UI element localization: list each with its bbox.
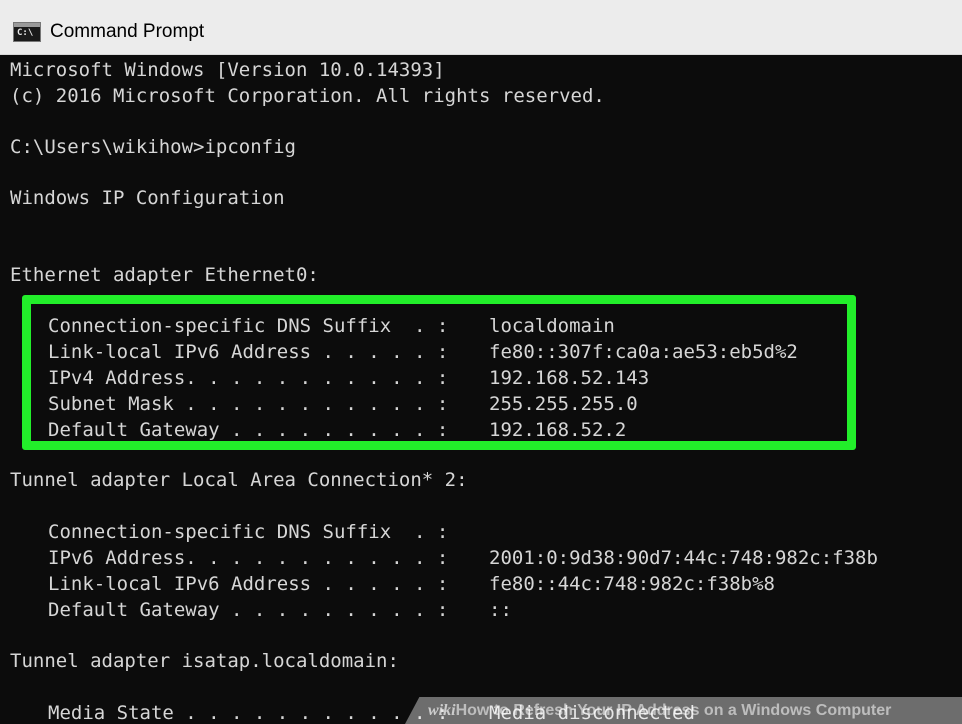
entry-label: Connection-specific DNS Suffix . :: [48, 521, 449, 543]
copyright-line: (c) 2016 Microsoft Corporation. All righ…: [10, 85, 605, 107]
title-bar[interactable]: C:\ Command Prompt: [0, 0, 962, 55]
watermark-title: How to Refresh Your IP Address on a Wind…: [455, 702, 892, 719]
version-line: Microsoft Windows [Version 10.0.14393]: [10, 59, 445, 81]
icon-glyph: C:\: [17, 28, 34, 38]
command-prompt-line: C:\Users\wikihow>ipconfig: [10, 136, 296, 158]
entry-label: IPv6 Address. . . . . . . . . . . :: [48, 547, 449, 569]
entry-label: Link-local IPv6 Address . . . . . :: [48, 341, 449, 363]
wikihow-logo: wiki: [428, 702, 456, 719]
entry-label: Connection-specific DNS Suffix . :: [48, 315, 449, 337]
window-title: Command Prompt: [50, 21, 205, 42]
entry-label: IPv4 Address. . . . . . . . . . . :: [48, 367, 449, 389]
entry-label: Link-local IPv6 Address . . . . . :: [48, 573, 449, 595]
entry-value: ::: [489, 599, 512, 621]
entry-label: Default Gateway . . . . . . . . . :: [48, 419, 449, 441]
entry-value: localdomain: [489, 315, 615, 337]
entry-label: Media State . . . . . . . . . . . :: [48, 702, 449, 724]
adapter-header-isatap: Tunnel adapter isatap.localdomain:: [10, 650, 399, 672]
adapter-header-tunnel: Tunnel adapter Local Area Connection* 2:: [10, 469, 468, 491]
config-heading: Windows IP Configuration: [10, 187, 285, 209]
watermark-caption: wikiHow to Refresh Your IP Address on a …: [428, 700, 891, 722]
entry-value: fe80::307f:ca0a:ae53:eb5d%2: [489, 341, 798, 363]
entry-value: fe80::44c:748:982c:f38b%8: [489, 573, 775, 595]
console-output[interactable]: Microsoft Windows [Version 10.0.14393] (…: [0, 55, 962, 724]
icon-title-strip: [14, 23, 40, 27]
adapter-header-ethernet: Ethernet adapter Ethernet0:: [10, 264, 319, 286]
cmd-console-icon[interactable]: C:\: [13, 22, 41, 42]
entry-label: Subnet Mask . . . . . . . . . . . :: [48, 393, 449, 415]
entry-value: 192.168.52.2: [489, 419, 627, 441]
entry-value: 192.168.52.143: [489, 367, 650, 389]
command-prompt-window: C:\ Command Prompt Microsoft Windows [Ve…: [0, 0, 962, 724]
entry-value: 2001:0:9d38:90d7:44c:748:982c:f38b: [489, 547, 878, 569]
entry-label: Default Gateway . . . . . . . . . :: [48, 599, 449, 621]
entry-value: 255.255.255.0: [489, 393, 638, 415]
